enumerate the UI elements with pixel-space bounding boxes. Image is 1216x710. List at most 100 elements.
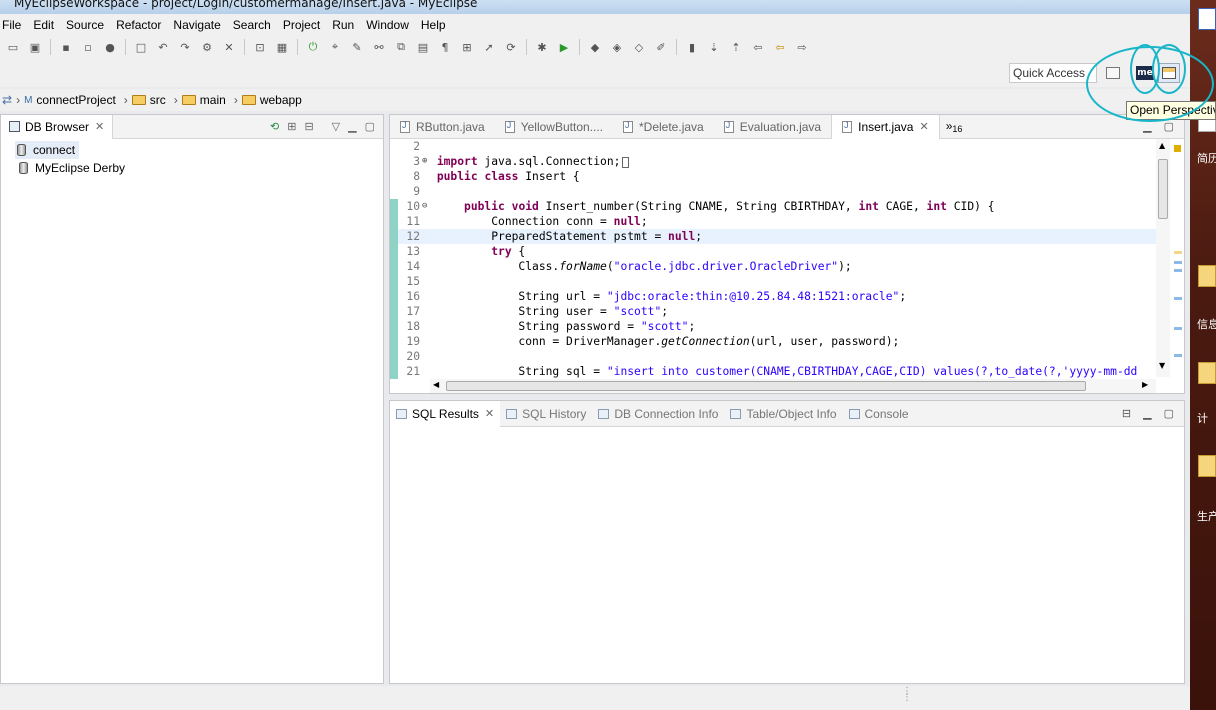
breadcrumb-main[interactable]: main [181,93,226,107]
pin-icon[interactable]: ⌖ [326,39,344,55]
breadcrumb-src[interactable]: src [131,93,166,107]
fold-toggle-icon[interactable]: ⊕ [422,154,430,169]
window-icon[interactable]: ⧉ [392,39,410,55]
deploy-icon[interactable]: ⚙ [198,39,216,55]
tab-insert[interactable]: Insert.java ✕ [831,114,940,139]
monitor-icon[interactable]: □ [132,39,150,55]
word-doc-icon[interactable] [1198,8,1216,30]
menu-refactor[interactable]: Refactor [110,18,167,32]
code-line[interactable]: 21 String sql = "insert into customer(CN… [390,364,1156,379]
open-folder-icon[interactable]: ◈ [608,39,626,55]
last-edit-icon[interactable]: ⇦ [749,39,767,55]
prev-annotation-icon[interactable]: ⇡ [727,39,745,55]
grid-icon[interactable]: ▦ [273,39,291,55]
pen-icon[interactable]: ✎ [348,39,366,55]
scroll-right-icon[interactable]: ▶ [1142,380,1148,389]
link-icon[interactable]: ⚯ [370,39,388,55]
menu-run[interactable]: Run [326,18,360,32]
code-line[interactable]: 9 [390,184,1156,199]
wrench-icon[interactable]: ✐ [652,39,670,55]
occurrence-marker[interactable] [1174,327,1182,330]
code-line[interactable]: 10 ⊖ public void Insert_number(String CNA… [390,199,1156,214]
close-icon[interactable]: ✕ [485,407,494,420]
close-icon[interactable]: ✕ [95,120,104,133]
doc-icon[interactable]: ▤ [414,39,432,55]
horizontal-scrollbar[interactable]: ◀ ▶ [430,379,1156,393]
menu-window[interactable]: Window [360,18,415,32]
scroll-thumb[interactable] [446,381,1086,391]
server-icon[interactable]: ◆ [586,39,604,55]
battery-icon[interactable]: ▮ [683,39,701,55]
tab-sql-history[interactable]: SQL History [500,401,592,427]
maximize-icon[interactable]: ▢ [1164,407,1174,420]
code-area[interactable]: 2 3 ⊕ import java.sql.Connection; 8 public… [390,139,1156,379]
menu-file[interactable]: File [0,18,27,32]
code-line[interactable]: 16 String url = "jdbc:oracle:thin:@10.25… [390,289,1156,304]
code-line[interactable]: 15 [390,274,1156,289]
new-connection-icon[interactable]: ⟲ [270,120,279,133]
code-line[interactable]: 17 String user = "scott"; [390,304,1156,319]
tab-overflow-button[interactable]: » 16 [946,119,963,134]
power-icon[interactable]: ⏻ [304,39,322,55]
menu-project[interactable]: Project [277,18,326,32]
fold-toggle-icon[interactable]: ⊖ [422,199,430,214]
minimize-icon[interactable]: ▁ [348,120,356,133]
close-icon[interactable]: ✕ [919,120,928,133]
minimize-icon[interactable]: ▁ [1143,407,1151,420]
refresh-icon[interactable]: ⟳ [502,39,520,55]
tab-evaluation[interactable]: Evaluation.java [714,115,831,139]
code-line[interactable]: 12 PreparedStatement pstmt = null; [390,229,1156,244]
folder-icon[interactable]: ◇ [630,39,648,55]
user-icon[interactable]: ● [101,39,119,55]
tab-db-browser[interactable]: DB Browser ✕ [1,114,114,139]
edit-connection-icon[interactable]: ⊞ [287,120,296,133]
menu-source[interactable]: Source [60,18,110,32]
run-icon[interactable]: ▶ [555,39,573,55]
tab-table-object-info[interactable]: Table/Object Info [724,401,842,427]
code-line[interactable]: 3 ⊕ import java.sql.Connection; [390,154,1156,169]
next-annotation-icon[interactable]: ⇣ [705,39,723,55]
tab-console[interactable]: Console [843,401,915,427]
save-all-icon[interactable]: ▫ [79,39,97,55]
code-line[interactable]: 20 [390,349,1156,364]
code-line[interactable]: 8 public class Insert { [390,169,1156,184]
breadcrumb-webapp[interactable]: webapp [241,93,302,107]
tab-rbutton[interactable]: RButton.java [390,115,495,139]
occurrence-marker[interactable] [1174,261,1182,264]
quick-access-input[interactable]: Quick Access [1009,63,1097,83]
code-line[interactable]: 19 conn = DriverManager.getConnection(ur… [390,334,1156,349]
tab-delete[interactable]: *Delete.java [613,115,714,139]
redo-icon[interactable]: ↷ [176,39,194,55]
vertical-scrollbar[interactable]: ▲ ▼ [1156,139,1170,377]
folder-icon[interactable] [1198,455,1216,477]
folder-icon[interactable] [1198,265,1216,287]
new-icon[interactable]: ▭ [4,39,22,55]
code-line[interactable]: 14 Class.forName("oracle.jdbc.driver.Ora… [390,259,1156,274]
menu-search[interactable]: Search [227,18,277,32]
tools-icon[interactable]: ✕ [220,39,238,55]
undo-icon[interactable]: ↶ [154,39,172,55]
scroll-left-icon[interactable]: ◀ [433,380,439,389]
tab-db-connection-info[interactable]: DB Connection Info [592,401,724,427]
forward-icon[interactable]: ⇨ [793,39,811,55]
code-line[interactable]: 11 Connection conn = null; [390,214,1156,229]
toggle-view-icon[interactable]: ⊡ [251,39,269,55]
tab-yellowbutton[interactable]: YellowButton.... [495,115,613,139]
scroll-thumb[interactable] [1158,159,1168,219]
maximize-icon[interactable]: ▢ [1164,120,1174,133]
menu-help[interactable]: Help [415,18,452,32]
block-icon[interactable]: ⊞ [458,39,476,55]
save-icon[interactable]: ▪ [57,39,75,55]
maximize-icon[interactable]: ▢ [365,120,375,133]
scroll-up-icon[interactable]: ▲ [1159,141,1165,150]
view-menu-icon[interactable]: ▽ [332,120,340,133]
warning-marker-icon[interactable] [1174,145,1181,152]
code-line[interactable]: 18 String password = "scott"; [390,319,1156,334]
menu-navigate[interactable]: Navigate [167,18,226,32]
db-node-derby[interactable]: MyEclipse Derby [1,159,383,177]
occurrence-marker[interactable] [1174,354,1182,357]
menu-edit[interactable]: Edit [27,18,60,32]
breadcrumb-project[interactable]: M connectProject [24,93,116,107]
pilcrow-icon[interactable]: ¶ [436,39,454,55]
scroll-down-icon[interactable]: ▼ [1159,361,1165,370]
